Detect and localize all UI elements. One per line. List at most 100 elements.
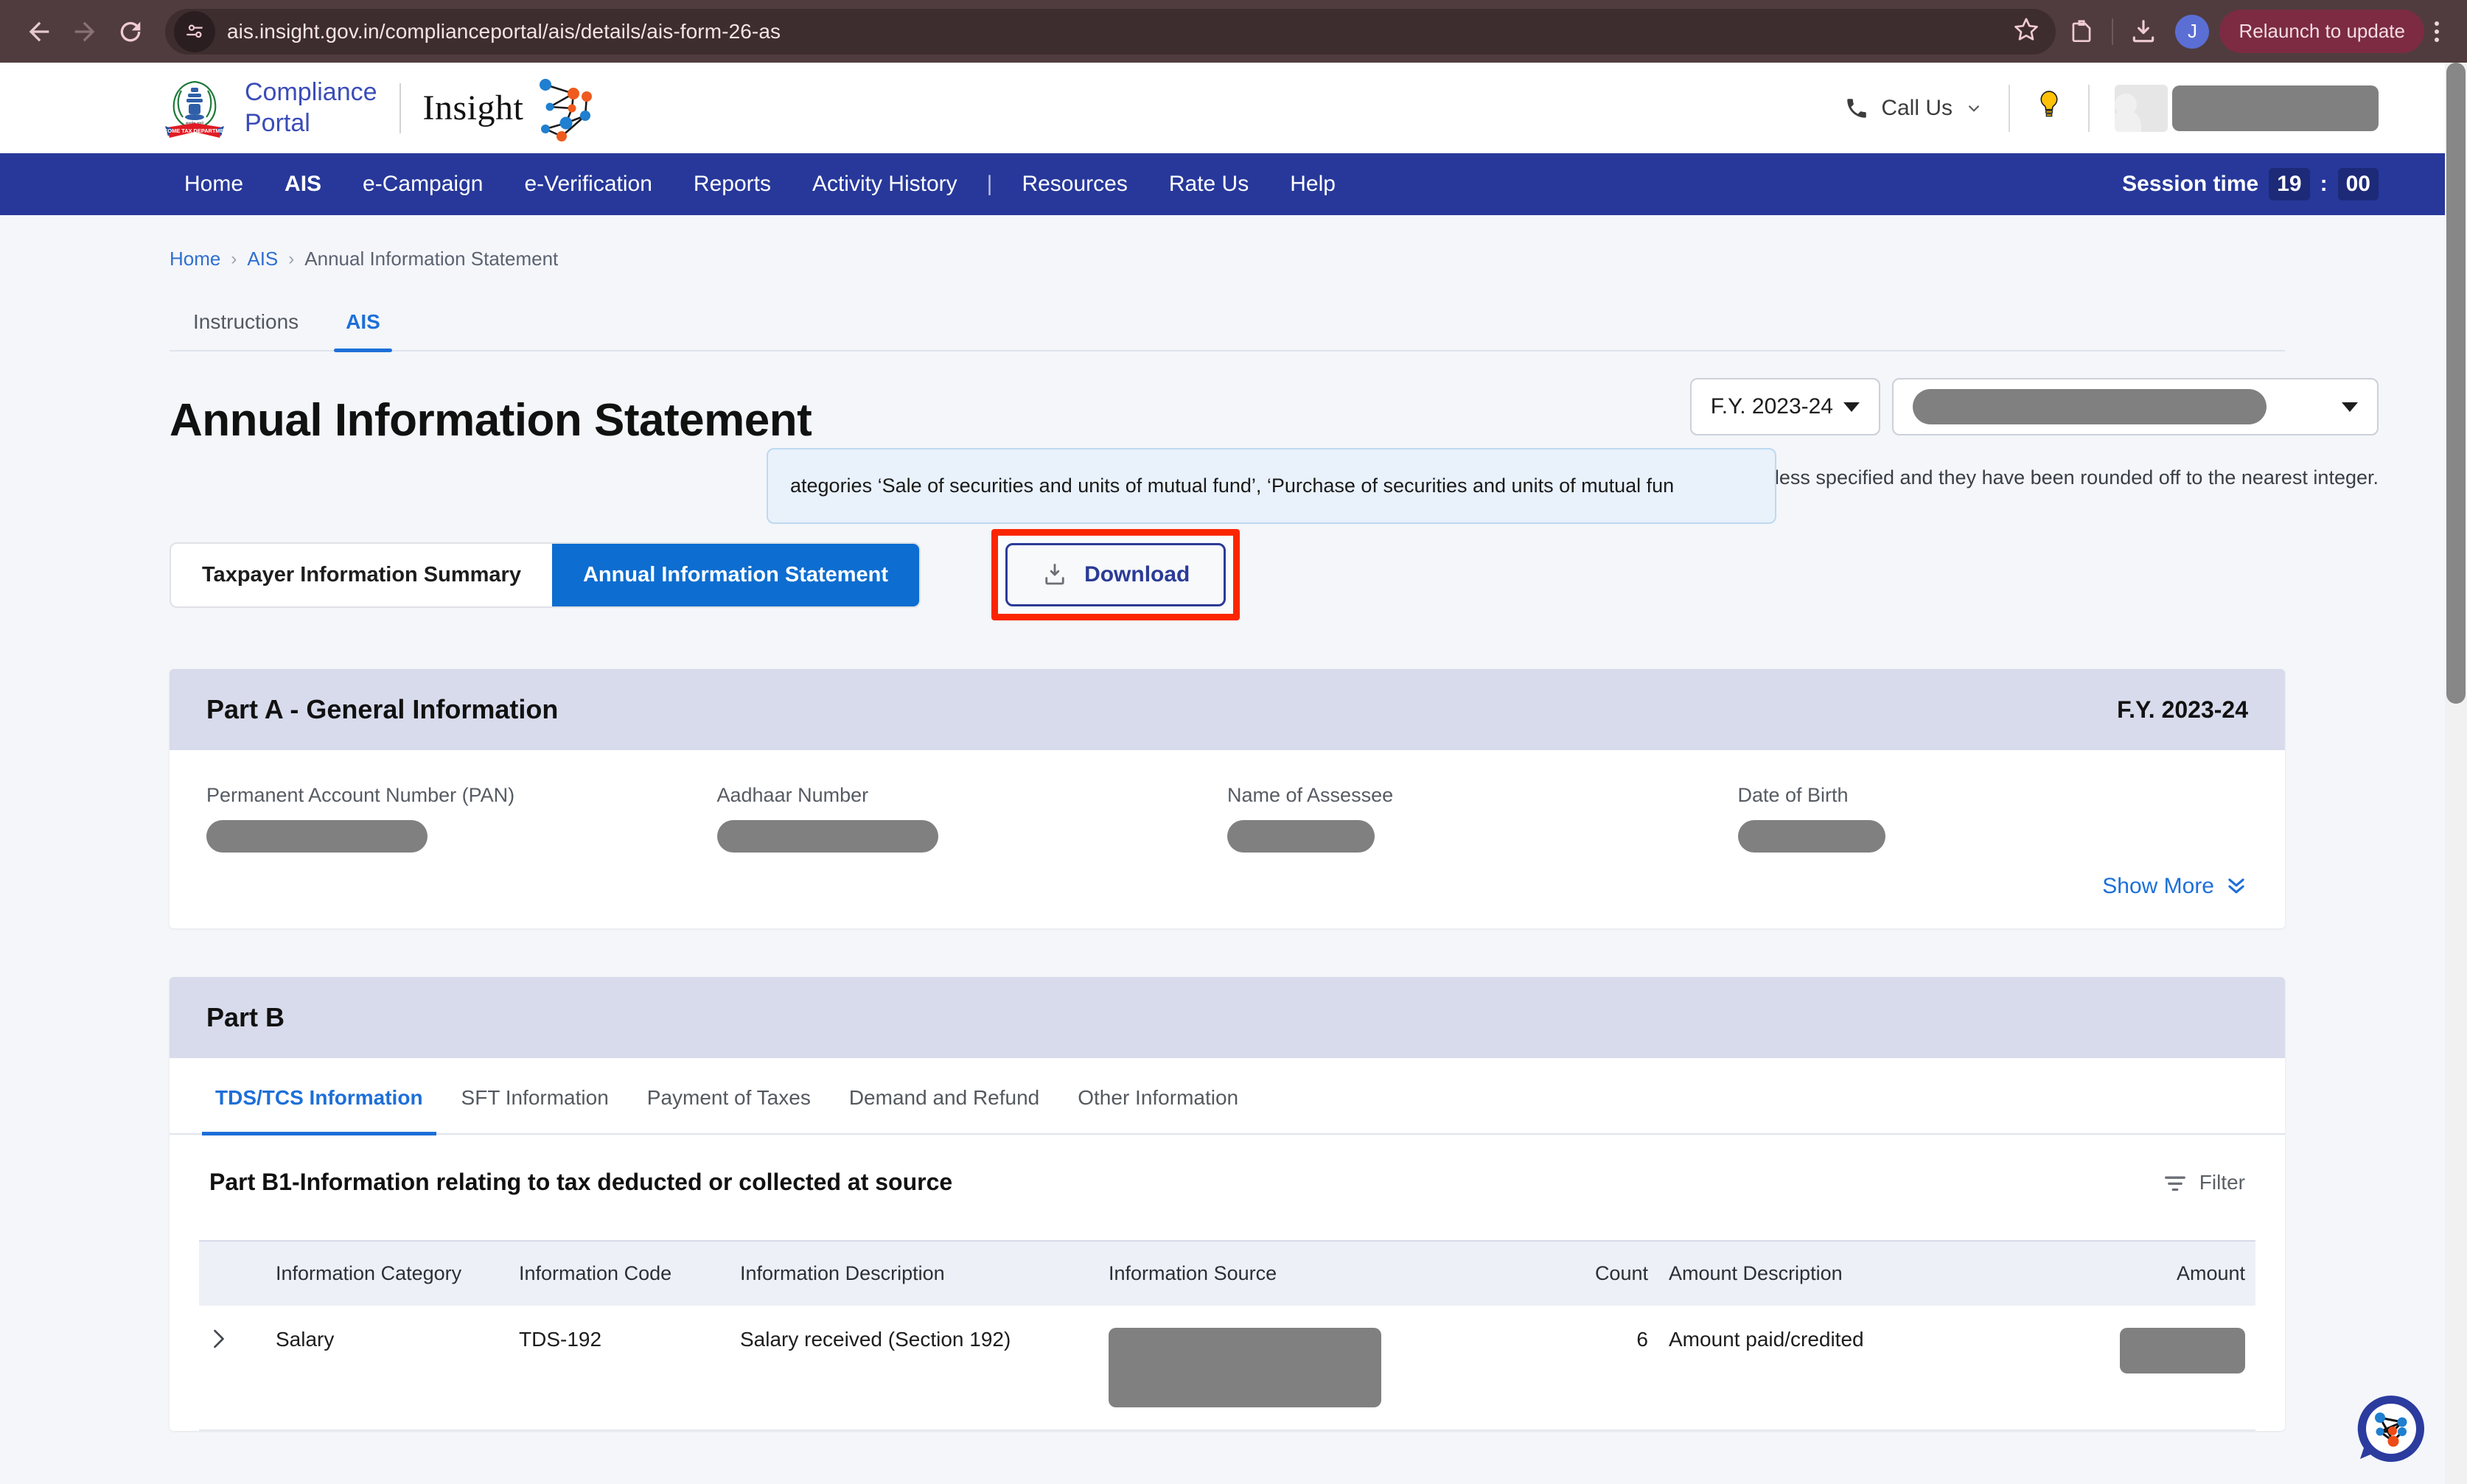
assessee-select[interactable] — [1892, 378, 2379, 435]
nav-item-help[interactable]: Help — [1269, 172, 1356, 197]
tab-ais[interactable]: AIS — [322, 310, 404, 352]
brand-line-2: Portal — [245, 108, 310, 137]
part-a-fields: Permanent Account Number (PAN) Aadhaar N… — [206, 784, 2248, 856]
insight-network-icon — [540, 78, 593, 141]
field-date-of-birth: Date of Birth — [1737, 784, 2249, 856]
avatar-body — [2115, 109, 2141, 132]
toolbar-divider — [2112, 18, 2114, 45]
lightbulb-icon — [2040, 91, 2058, 117]
part-a-body: Permanent Account Number (PAN) Aadhaar N… — [170, 750, 2285, 928]
cell-information-code: TDS-192 — [509, 1306, 730, 1431]
tab-payment-of-taxes[interactable]: Payment of Taxes — [628, 1058, 830, 1133]
download-highlight-box: Download — [991, 529, 1241, 620]
row-expand-cell[interactable] — [199, 1306, 265, 1431]
col-amount-description: Amount Description — [1658, 1240, 2034, 1306]
call-us-label: Call Us — [1881, 95, 1953, 120]
nav-item-activity-history[interactable]: Activity History — [792, 172, 978, 197]
part-b-header: Part B — [170, 977, 2285, 1058]
call-us-dropdown[interactable]: Call Us — [1844, 96, 1983, 121]
field-value-name-redacted — [1227, 820, 1375, 853]
view-segmented-control: Taxpayer Information Summary Annual Info… — [170, 542, 921, 608]
downloads-icon — [2133, 19, 2154, 42]
field-label-name-of-assessee: Name of Assessee — [1227, 784, 1394, 806]
nav-item-rate-us[interactable]: Rate Us — [1148, 172, 1269, 197]
breadcrumb-home[interactable]: Home — [170, 248, 220, 270]
chevron-down-icon — [1968, 105, 1980, 112]
session-colon: : — [2320, 172, 2328, 196]
insight-logo[interactable]: Insight — [423, 74, 599, 142]
breadcrumb-ais[interactable]: AIS — [247, 248, 278, 270]
download-button[interactable]: Download — [1005, 543, 1226, 606]
reload-button[interactable] — [108, 9, 153, 55]
forward-button[interactable] — [62, 9, 108, 55]
nav-item-reports[interactable]: Reports — [673, 172, 792, 197]
table-header: Information Category Information Code In… — [199, 1240, 2255, 1306]
table-row[interactable]: Salary TDS-192 Salary received (Section … — [199, 1306, 2255, 1431]
back-arrow-icon — [29, 21, 49, 41]
header-divider — [399, 83, 401, 133]
tab-tds-tcs-information[interactable]: TDS/TCS Information — [196, 1058, 442, 1135]
tds-tcs-table: Information Category Information Code In… — [199, 1240, 2255, 1431]
show-more-button[interactable]: Show More — [206, 874, 2248, 899]
header-right-actions: Call Us — [1844, 84, 2379, 132]
nav-item-home[interactable]: Home — [164, 172, 264, 197]
col-amount: Amount — [2034, 1240, 2255, 1306]
star-icon — [2014, 18, 2039, 41]
bookmark-button[interactable] — [2011, 15, 2045, 48]
nav-item-e-campaign[interactable]: e-Campaign — [342, 172, 503, 197]
insight-label: Insight — [422, 88, 524, 127]
scrollbar-thumb[interactable] — [2446, 63, 2466, 704]
page-scrollbar[interactable] — [2445, 63, 2467, 1484]
browser-menu-button[interactable] — [2427, 21, 2451, 42]
cell-information-category: Salary — [265, 1306, 509, 1431]
tips-button[interactable] — [2035, 89, 2063, 127]
downloads-button[interactable] — [2122, 10, 2165, 53]
tab-sft-information[interactable]: SFT Information — [442, 1058, 628, 1133]
back-button[interactable] — [16, 9, 62, 55]
income-tax-department-emblem-icon: सत्यमेव जयते INCOME TAX DEPARTMENT — [164, 80, 226, 138]
url-text: ais.insight.gov.in/complianceportal/ais/… — [227, 19, 781, 43]
table-body: Salary TDS-192 Salary received (Section … — [199, 1306, 2255, 1431]
brand-logo[interactable]: सत्यमेव जयते INCOME TAX DEPARTMENT Compl… — [164, 74, 377, 142]
page-content: Home › AIS › Annual Information Statemen… — [0, 215, 2445, 1431]
nav-item-resources[interactable]: Resources — [1001, 172, 1148, 197]
brand-text: Compliance Portal — [245, 77, 377, 139]
page-title: Annual Information Statement — [170, 395, 812, 446]
cell-amount-redacted — [2120, 1328, 2245, 1373]
segment-taxpayer-information-summary[interactable]: Taxpayer Information Summary — [171, 544, 552, 606]
filter-button[interactable]: Filter — [2163, 1171, 2245, 1194]
col-information-source: Information Source — [1098, 1240, 1511, 1306]
avatar[interactable] — [2115, 84, 2168, 132]
field-value-pan-redacted — [206, 820, 428, 853]
cell-count: 6 — [1511, 1306, 1658, 1431]
financial-year-select[interactable]: F.Y. 2023-24 — [1689, 378, 1880, 435]
extensions-button[interactable] — [2060, 10, 2103, 53]
relaunch-to-update-button[interactable]: Relaunch to update — [2219, 10, 2424, 53]
address-bar[interactable]: ais.insight.gov.in/complianceportal/ais/… — [165, 8, 2056, 55]
browser-toolbar: ais.insight.gov.in/complianceportal/ais/… — [0, 0, 2467, 63]
segment-annual-information-statement[interactable]: Annual Information Statement — [551, 543, 920, 606]
tab-instructions[interactable]: Instructions — [170, 310, 322, 350]
col-count: Count — [1511, 1240, 1658, 1306]
download-icon — [1045, 564, 1064, 585]
site-settings-button[interactable] — [174, 10, 215, 52]
tab-demand-and-refund[interactable]: Demand and Refund — [830, 1058, 1058, 1133]
nav-item-ais[interactable]: AIS — [264, 172, 342, 197]
field-name-of-assessee: Name of Assessee — [1227, 784, 1738, 856]
tab-other-information[interactable]: Other Information — [1058, 1058, 1257, 1133]
nav-item-e-verification[interactable]: e-Verification — [503, 172, 672, 197]
assessee-value-redacted — [1913, 389, 2267, 424]
view-toggle-row: Taxpayer Information Summary Annual Info… — [170, 529, 2379, 620]
filter-label: Filter — [2199, 1170, 2245, 1194]
breadcrumb-separator: › — [231, 248, 237, 269]
cell-source-redacted — [1109, 1328, 1381, 1407]
breadcrumb-separator: › — [288, 248, 295, 269]
table-header-row: Information Category Information Code In… — [199, 1240, 2255, 1306]
insight-chat-button[interactable] — [2352, 1390, 2430, 1468]
part-a-header: Part A - General Information F.Y. 2023-2… — [170, 669, 2285, 750]
main-navigation: Home AIS e-Campaign e-Verification Repor… — [0, 153, 2445, 215]
session-seconds: 00 — [2337, 168, 2379, 200]
col-information-code: Information Code — [509, 1240, 730, 1306]
user-name-redacted — [2172, 85, 2379, 131]
profile-avatar[interactable]: J — [2175, 14, 2210, 49]
